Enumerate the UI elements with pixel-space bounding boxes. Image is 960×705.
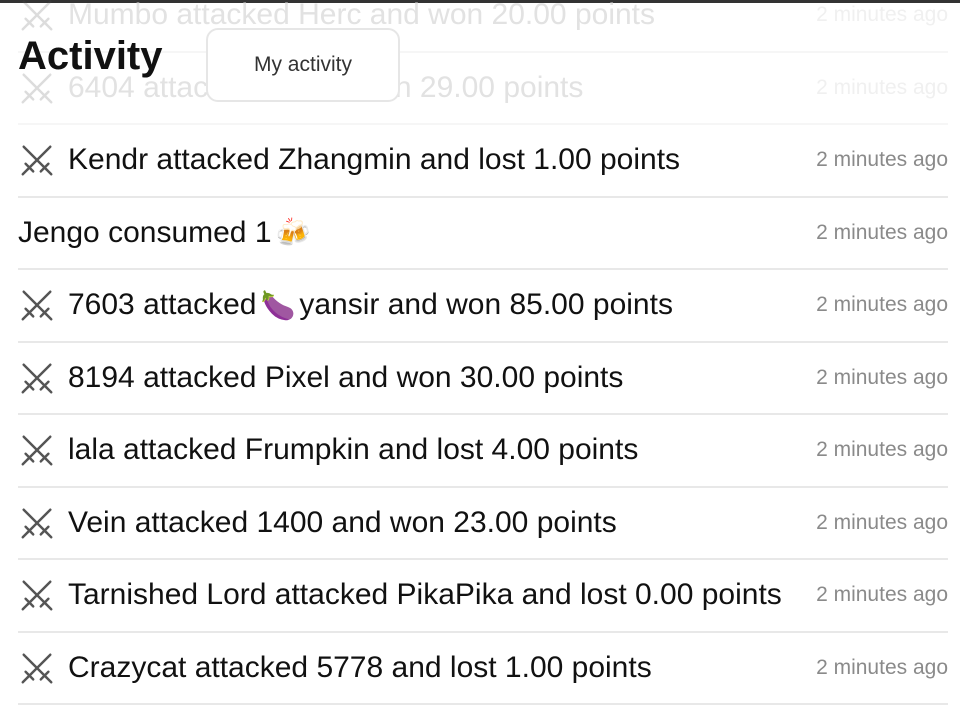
- activity-time: 2 minutes ago: [816, 511, 948, 535]
- activity-text: Jengo consumed 1: [18, 216, 272, 250]
- activity-text: Tarnished Lord attacked PikaPika and los…: [68, 578, 782, 612]
- activity-text: lala attacked Frumpkin and lost 4.00 poi…: [68, 433, 638, 467]
- activity-text-wrap: Jengo consumed 1 🍻: [18, 216, 314, 250]
- activity-row[interactable]: Crazycat attacked 5778 and lost 1.00 poi…: [18, 633, 948, 705]
- activity-text-wrap: Kendr attacked Zhangmin and lost 1.00 po…: [18, 141, 680, 179]
- activity-text-wrap: 8194 attacked Pixel and won 30.00 points: [18, 359, 623, 397]
- crossed-swords-icon: [18, 504, 56, 542]
- activity-time: 2 minutes ago: [816, 656, 948, 680]
- activity-text-before: 7603 attacked: [68, 288, 256, 322]
- activity-time: 2 minutes ago: [816, 293, 948, 317]
- activity-text: 8194 attacked Pixel and won 30.00 points: [68, 361, 623, 395]
- activity-row[interactable]: 8194 attacked Pixel and won 30.00 points…: [18, 343, 948, 416]
- activity-text-wrap: 7603 attacked 🍆 yansir and won 85.00 poi…: [18, 286, 673, 324]
- activity-text-wrap: Crazycat attacked 5778 and lost 1.00 poi…: [18, 649, 652, 687]
- activity-row[interactable]: Kendr attacked Zhangmin and lost 1.00 po…: [18, 125, 948, 198]
- crossed-swords-icon: [18, 431, 56, 469]
- activity-time: 2 minutes ago: [816, 76, 948, 100]
- beer-mugs-icon: 🍻: [276, 216, 311, 249]
- activity-time: 2 minutes ago: [816, 148, 948, 172]
- activity-row[interactable]: Tarnished Lord attacked PikaPika and los…: [18, 560, 948, 633]
- activity-text: Kendr attacked Zhangmin and lost 1.00 po…: [68, 143, 680, 177]
- activity-time: 2 minutes ago: [816, 583, 948, 607]
- crossed-swords-icon: [18, 141, 56, 179]
- activity-time: 2 minutes ago: [816, 366, 948, 390]
- activity-time: 2 minutes ago: [816, 438, 948, 462]
- my-activity-button[interactable]: My activity: [206, 28, 400, 102]
- header: Activity: [18, 34, 163, 79]
- activity-time: 2 minutes ago: [816, 3, 948, 27]
- activity-text-wrap: lala attacked Frumpkin and lost 4.00 poi…: [18, 431, 638, 469]
- activity-text-wrap: Vein attacked 1400 and won 23.00 points: [18, 504, 617, 542]
- activity-list[interactable]: Mumbo attacked Herc and won 20.00 points…: [18, 0, 948, 705]
- activity-text-wrap: Tarnished Lord attacked PikaPika and los…: [18, 576, 782, 614]
- activity-text-after: yansir and won 85.00 points: [299, 288, 673, 322]
- activity-row[interactable]: Vein attacked 1400 and won 23.00 points …: [18, 488, 948, 561]
- page-title: Activity: [18, 34, 163, 79]
- activity-row[interactable]: 7603 attacked 🍆 yansir and won 85.00 poi…: [18, 270, 948, 343]
- activity-text: Crazycat attacked 5778 and lost 1.00 poi…: [68, 651, 652, 685]
- eggplant-icon: 🍆: [260, 289, 295, 322]
- activity-row[interactable]: lala attacked Frumpkin and lost 4.00 poi…: [18, 415, 948, 488]
- crossed-swords-icon: [18, 576, 56, 614]
- crossed-swords-icon: [18, 649, 56, 687]
- crossed-swords-icon: [18, 0, 56, 34]
- activity-row[interactable]: Jengo consumed 1 🍻 2 minutes ago: [18, 198, 948, 271]
- activity-time: 2 minutes ago: [816, 221, 948, 245]
- activity-text: Vein attacked 1400 and won 23.00 points: [68, 506, 617, 540]
- crossed-swords-icon: [18, 359, 56, 397]
- crossed-swords-icon: [18, 286, 56, 324]
